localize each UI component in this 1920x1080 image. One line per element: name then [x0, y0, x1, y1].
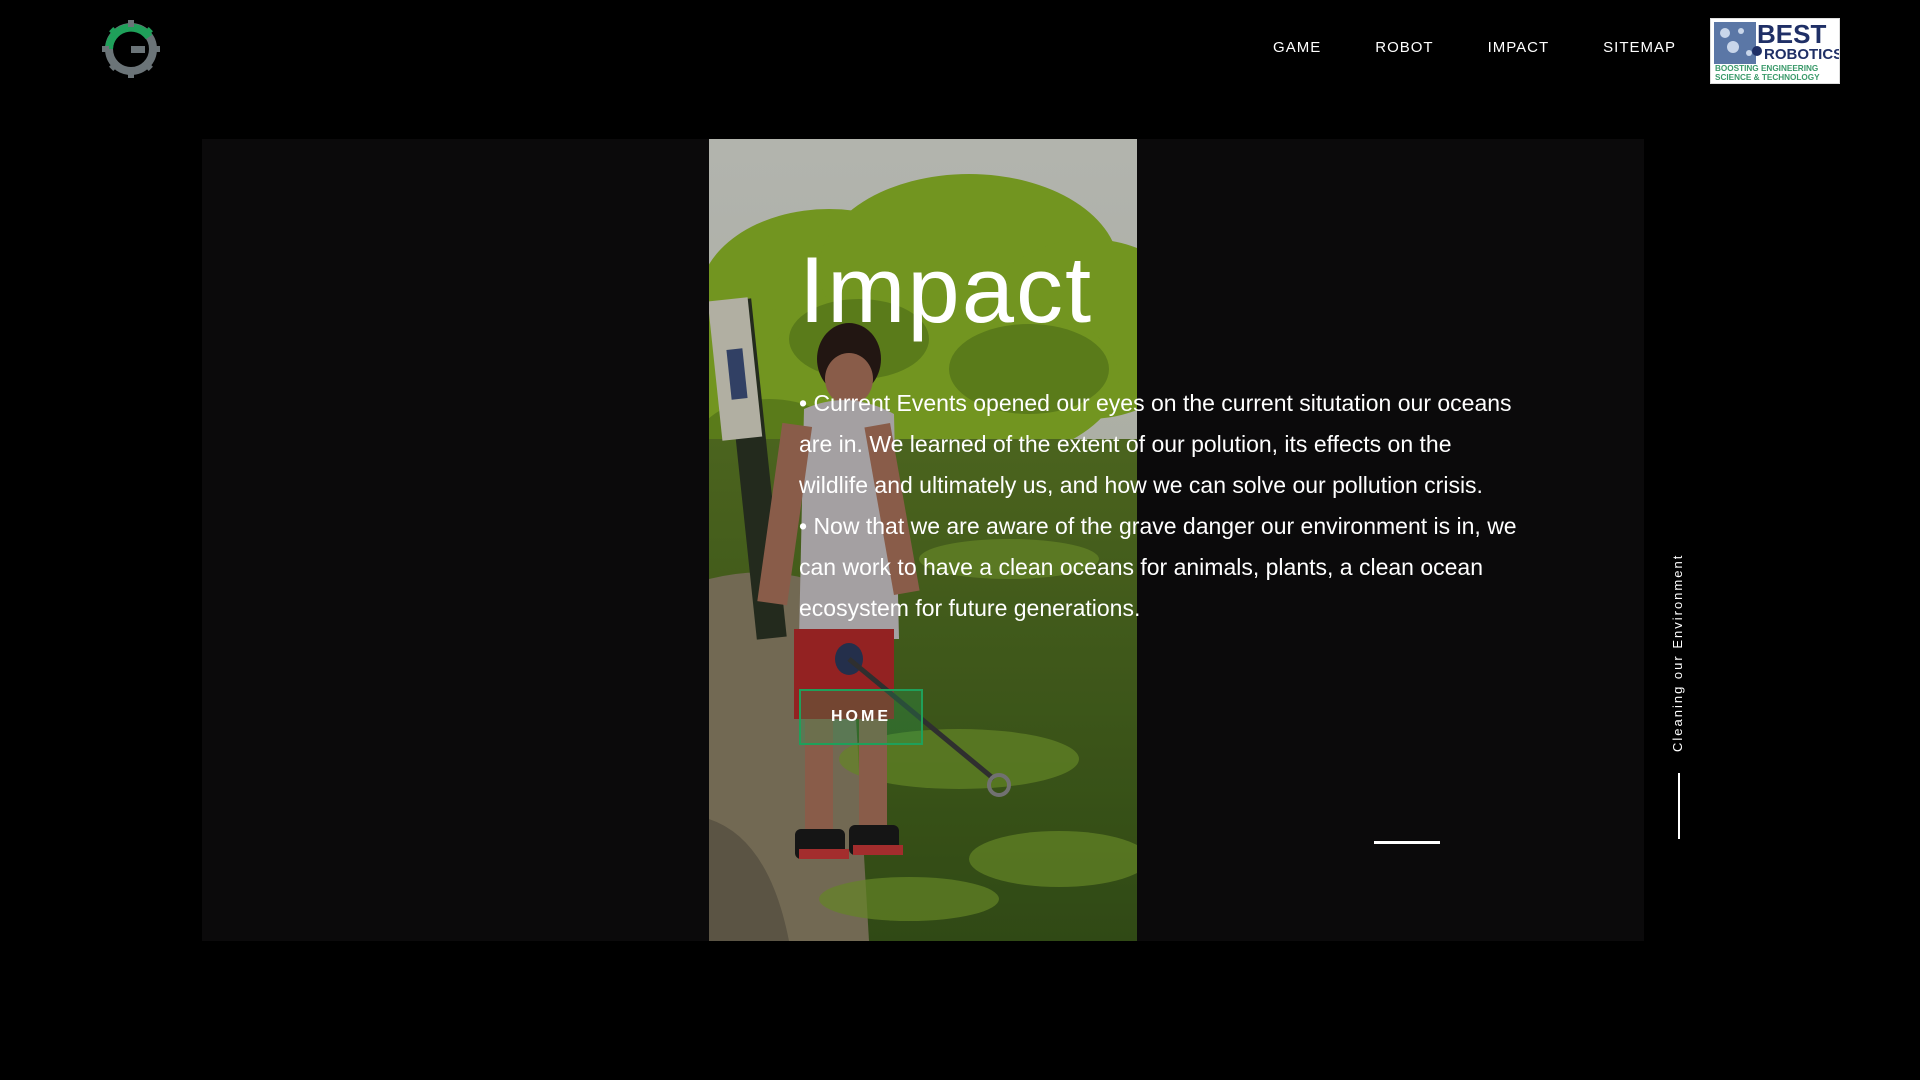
- partner-logo-robotics: ROBOTICS: [1764, 46, 1839, 63]
- hero-paragraph-1: • Current Events opened our eyes on the …: [799, 390, 1512, 498]
- hero-panel: Impact • Current Events opened our eyes …: [202, 139, 1644, 941]
- hero-paragraph-2: • Now that we are aware of the grave dan…: [799, 513, 1517, 621]
- page: GAME ROBOT IMPACT SITEMAP BEST ROBOTICS …: [0, 0, 1920, 1080]
- partner-logo-tagline1: BOOSTING ENGINEERING: [1715, 64, 1818, 73]
- page-title: Impact: [799, 237, 1094, 342]
- side-divider: [1678, 773, 1680, 839]
- partner-logo-best: BEST: [1757, 19, 1826, 49]
- side-section-label: Cleaning our Environment: [1670, 553, 1685, 752]
- home-button[interactable]: HOME: [799, 689, 923, 745]
- partner-logo-tagline2: SCIENCE & TECHNOLOGY: [1715, 73, 1820, 82]
- hero-description: • Current Events opened our eyes on the …: [799, 383, 1519, 629]
- nav-link-sitemap[interactable]: SITEMAP: [1576, 38, 1676, 58]
- nav-link-robot[interactable]: ROBOT: [1348, 38, 1460, 58]
- team-logo-icon[interactable]: [102, 20, 160, 78]
- best-robotics-logo[interactable]: BEST ROBOTICS BOOSTING ENGINEERING SCIEN…: [1710, 18, 1840, 84]
- slide-indicator[interactable]: [1374, 841, 1440, 844]
- nav-link-impact[interactable]: IMPACT: [1461, 38, 1577, 58]
- main-nav: GAME ROBOT IMPACT SITEMAP: [1246, 38, 1676, 58]
- nav-link-game[interactable]: GAME: [1246, 38, 1348, 58]
